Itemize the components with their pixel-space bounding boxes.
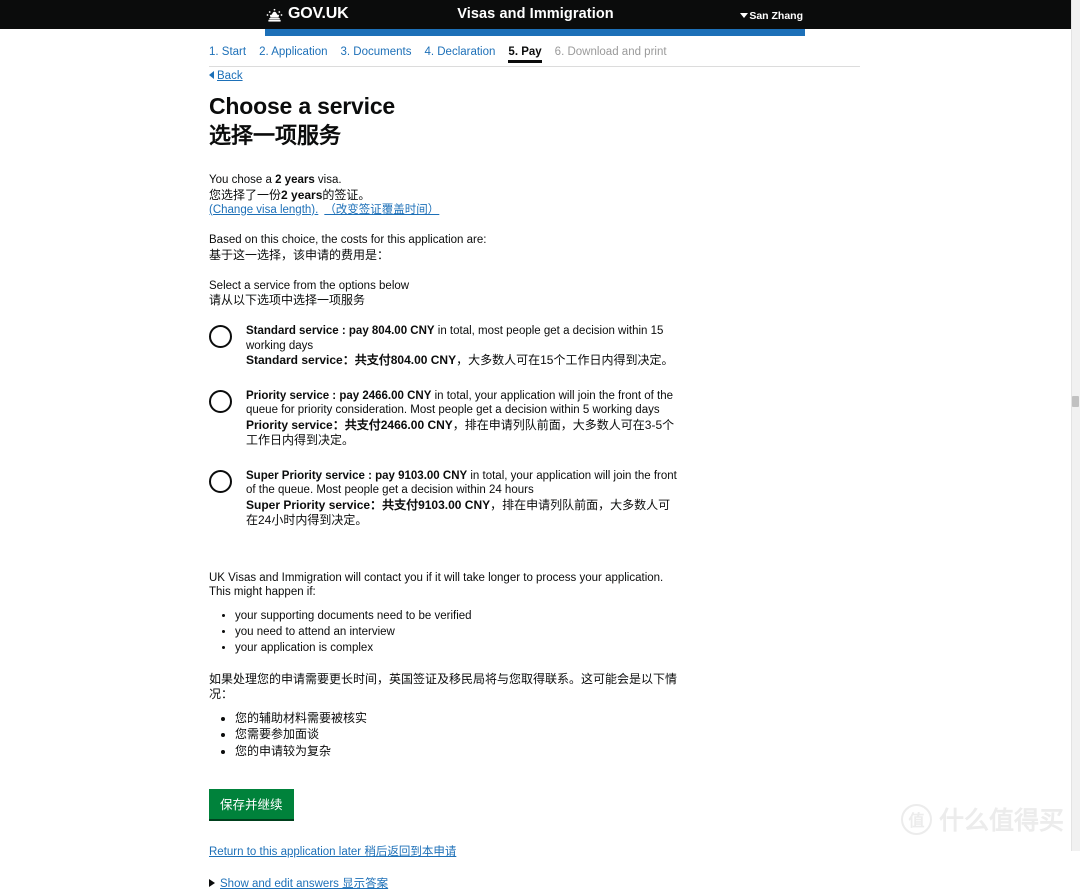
step-application[interactable]: 2. Application bbox=[259, 46, 327, 58]
change-visa-length-row: (Change visa length). （改变签证覆盖时间） bbox=[209, 203, 679, 218]
accent-bar bbox=[265, 29, 805, 36]
step-start[interactable]: 1. Start bbox=[209, 46, 246, 58]
service-option-super-priority-label[interactable]: Super Priority service : pay 9103.00 CNY… bbox=[246, 469, 678, 529]
service-option-standard[interactable]: Standard service : pay 804.00 CNY in tot… bbox=[209, 324, 679, 369]
save-and-continue-button[interactable]: 保存并继续 bbox=[209, 789, 294, 819]
priority-price-zh: 共支付2466.00 CNY bbox=[344, 417, 453, 432]
service-option-standard-label[interactable]: Standard service : pay 804.00 CNY in tot… bbox=[246, 324, 678, 369]
main-content: Choose a service 选择一项服务 You chose a 2 ye… bbox=[209, 91, 679, 891]
radio-standard-service[interactable] bbox=[209, 325, 232, 348]
notice-intro-en: UK Visas and Immigration will contact yo… bbox=[209, 571, 664, 599]
change-visa-length-link-zh[interactable]: （改变签证覆盖时间） bbox=[324, 204, 439, 216]
radio-super-priority-service[interactable] bbox=[209, 469, 232, 493]
chosen-visa-length-en: 2 years bbox=[275, 174, 315, 186]
service-option-super-priority[interactable]: Super Priority service : pay 9103.00 CNY… bbox=[209, 469, 679, 529]
change-visa-length-link-en[interactable]: (Change visa length). bbox=[209, 204, 318, 216]
site-header: GOV.UK Visas and Immigration San Zhang bbox=[0, 0, 1071, 29]
notice-item-zh: 您的辅助材料需要被核实 bbox=[235, 710, 679, 727]
notice-item-zh: 您需要参加面谈 bbox=[235, 726, 679, 743]
chosen-visa-en-pre: You chose a bbox=[209, 174, 276, 186]
select-service-zh: 请从以下选项中选择一项服务 bbox=[209, 293, 366, 307]
page-title-zh: 选择一项服务 bbox=[209, 123, 342, 148]
super-priority-zh-line: Super Priority service：共支付9103.00 CNY，排在… bbox=[246, 498, 678, 529]
step-declaration[interactable]: 4. Declaration bbox=[424, 46, 495, 58]
costs-intro-en: Based on this choice, the costs for this… bbox=[209, 234, 487, 246]
step-download-and-print: 6. Download and print bbox=[554, 46, 667, 58]
chosen-visa-zh-post: 的签证。 bbox=[322, 187, 371, 202]
triangle-left-icon bbox=[209, 70, 214, 79]
chosen-visa-en-post: visa. bbox=[314, 174, 342, 186]
show-and-edit-answers-label: Show and edit answers 显示答案 bbox=[220, 878, 389, 890]
triangle-right-icon bbox=[209, 878, 215, 887]
standard-zh-line: Standard service：共支付804.00 CNY，大多数人可在15个… bbox=[246, 353, 678, 369]
service-option-priority-label[interactable]: Priority service : pay 2466.00 CNY in to… bbox=[246, 389, 678, 449]
page-scrollbar-track[interactable] bbox=[1071, 0, 1080, 851]
super-priority-zh-lead: Super Priority service： bbox=[246, 497, 383, 512]
notice-item-en: your application is complex bbox=[235, 640, 679, 656]
back-link-label: Back bbox=[217, 70, 243, 82]
notice-intro-zh: 如果处理您的申请需要更长时间，英国签证及移民局将与您取得联系。这可能会是以下情况… bbox=[209, 671, 678, 701]
notice-item-en: your supporting documents need to be ver… bbox=[235, 608, 679, 624]
notice-item-zh: 您的申请较为复杂 bbox=[235, 743, 679, 760]
chosen-visa-length-zh: 2 years bbox=[281, 187, 323, 202]
standard-price-en: Standard service : pay 804.00 CNY bbox=[246, 325, 435, 337]
account-menu-button[interactable]: San Zhang bbox=[740, 10, 803, 22]
service-options: Standard service : pay 804.00 CNY in tot… bbox=[209, 324, 679, 529]
chosen-visa-zh-pre: 您选择了一份 bbox=[209, 187, 282, 202]
step-documents[interactable]: 3. Documents bbox=[341, 46, 412, 58]
account-name: San Zhang bbox=[749, 10, 803, 22]
step-pay[interactable]: 5. Pay bbox=[508, 46, 542, 63]
select-service-en: Select a service from the options below bbox=[209, 279, 410, 292]
page-title-en: Choose a service bbox=[209, 93, 396, 119]
chosen-visa-en: You chose a 2 years visa. bbox=[209, 173, 679, 188]
costs-intro-zh: 基于这一选择，该申请的费用是： bbox=[209, 247, 390, 262]
chosen-visa-zh: 您选择了一份2 years的签证。 bbox=[209, 188, 679, 203]
notice-list-zh: 您的辅助材料需要被核实 您需要参加面谈 您的申请较为复杂 bbox=[209, 710, 679, 760]
back-link[interactable]: Back bbox=[209, 70, 243, 82]
standard-zh-lead: Standard service： bbox=[246, 353, 355, 367]
radio-priority-service[interactable] bbox=[209, 389, 232, 413]
page-scrollbar-thumb[interactable] bbox=[1072, 396, 1079, 407]
priority-zh-line: Priority service：共支付2466.00 CNY，排在申请列队前面… bbox=[246, 418, 678, 449]
return-to-application-later-link[interactable]: Return to this application later 稍后返回到本申… bbox=[209, 843, 679, 859]
priority-zh-lead: Priority service： bbox=[246, 417, 345, 432]
page-body: 1. Start 2. Application 3. Documents 4. Dec… bbox=[0, 36, 1071, 890]
service-option-priority[interactable]: Priority service : pay 2466.00 CNY in to… bbox=[209, 389, 679, 449]
show-and-edit-answers-toggle[interactable]: Show and edit answers 显示答案 bbox=[209, 875, 679, 891]
standard-price-zh: 共支付804.00 CNY bbox=[354, 353, 457, 367]
super-priority-price-en: Super Priority service : pay 9103.00 CNY bbox=[246, 469, 468, 482]
super-priority-price-zh: 共支付9103.00 CNY bbox=[382, 497, 491, 512]
service-name: Visas and Immigration bbox=[457, 6, 614, 22]
priority-price-en: Priority service : pay 2466.00 CNY bbox=[246, 389, 432, 402]
standard-desc-zh: ，大多数人可在15个工作日内得到决定。 bbox=[456, 353, 674, 367]
notice-list-en: your supporting documents need to be ver… bbox=[209, 608, 679, 656]
chevron-down-icon bbox=[740, 12, 749, 18]
progress-nav: 1. Start 2. Application 3. Documents 4. Dec… bbox=[209, 46, 860, 67]
notice-item-en: you need to attend an interview bbox=[235, 624, 679, 640]
